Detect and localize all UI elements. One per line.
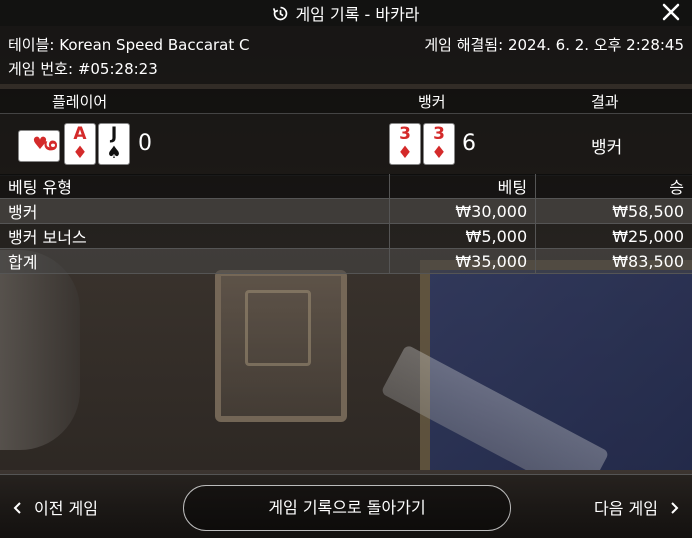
bet-amount: ₩30,000 — [389, 198, 537, 224]
bet-type: 뱅커 — [0, 198, 391, 224]
banker-header: 뱅커 — [418, 93, 446, 111]
total-win: ₩83,500 — [535, 248, 692, 274]
banker-card-2: 3 ♦ — [423, 123, 455, 165]
win-amount: ₩25,000 — [535, 223, 692, 249]
player-card-3: J ♠ — [98, 123, 130, 165]
bets-table: 베팅 유형 베팅 승 뱅커 ₩30,000 ₩58,500 뱅커 보너스 ₩5,… — [0, 174, 692, 274]
total-label: 합계 — [0, 248, 391, 274]
game-number-info: 게임 번호: #05:28:23 — [8, 58, 158, 79]
table-name: Korean Speed Baccarat C — [59, 36, 250, 54]
game-number-label: 게임 번호: — [8, 60, 74, 78]
player-card-2: A ♦ — [64, 123, 96, 165]
banker-card-1: 3 ♦ — [389, 123, 421, 165]
next-game-button[interactable]: 다음 게임 — [594, 495, 680, 519]
bet-amount-header: 베팅 — [389, 174, 537, 199]
win-amount-header: 승 — [535, 174, 692, 199]
bets-table-header: 베팅 유형 베팅 승 — [0, 174, 692, 199]
bet-amount: ₩5,000 — [389, 223, 537, 249]
game-result: 뱅커 — [591, 138, 623, 158]
bet-type: 뱅커 보너스 — [0, 223, 391, 249]
player-score: 0 — [138, 131, 152, 156]
game-info: 테이블: Korean Speed Baccarat C 게임 번호: #05:… — [0, 26, 692, 84]
close-icon[interactable] — [660, 1, 682, 23]
total-row: 합계 ₩35,000 ₩83,500 — [0, 248, 692, 274]
table-info: 테이블: Korean Speed Baccarat C — [8, 34, 250, 55]
table-row: 뱅커 ₩30,000 ₩58,500 — [0, 198, 692, 224]
back-to-history-button[interactable]: 게임 기록으로 돌아가기 — [183, 485, 511, 531]
result-header: 결과 — [591, 93, 619, 111]
title-bar: 게임 기록 - 바카라 — [0, 0, 692, 26]
chevron-right-icon — [671, 502, 679, 514]
previous-game-label: 이전 게임 — [34, 499, 98, 518]
outcome-header: 플레이어 뱅커 결과 — [0, 89, 692, 113]
history-icon — [273, 6, 288, 20]
page-title: 게임 기록 - 바카라 — [295, 5, 420, 24]
resolved-time: 2024. 6. 2. 오후 2:28:45 — [507, 36, 684, 54]
bet-type-header: 베팅 유형 — [0, 174, 391, 199]
next-game-label: 다음 게임 — [594, 499, 658, 518]
footer-nav: 이전 게임 게임 기록으로 돌아가기 다음 게임 — [0, 474, 692, 538]
table-row: 뱅커 보너스 ₩5,000 ₩25,000 — [0, 223, 692, 249]
total-bet: ₩35,000 — [389, 248, 537, 274]
game-number: #05:28:23 — [77, 60, 158, 78]
banker-score: 6 — [462, 131, 476, 156]
previous-game-button[interactable]: 이전 게임 — [12, 495, 98, 519]
resolved-info: 게임 해결됨: 2024. 6. 2. 오후 2:28:45 — [424, 34, 684, 55]
player-card-1: ♥ 9 — [18, 130, 60, 162]
player-header: 플레이어 — [52, 93, 108, 111]
resolved-label: 게임 해결됨: — [424, 36, 504, 54]
table-label: 테이블: — [8, 36, 55, 54]
chevron-left-icon — [13, 502, 21, 514]
win-amount: ₩58,500 — [535, 198, 692, 224]
